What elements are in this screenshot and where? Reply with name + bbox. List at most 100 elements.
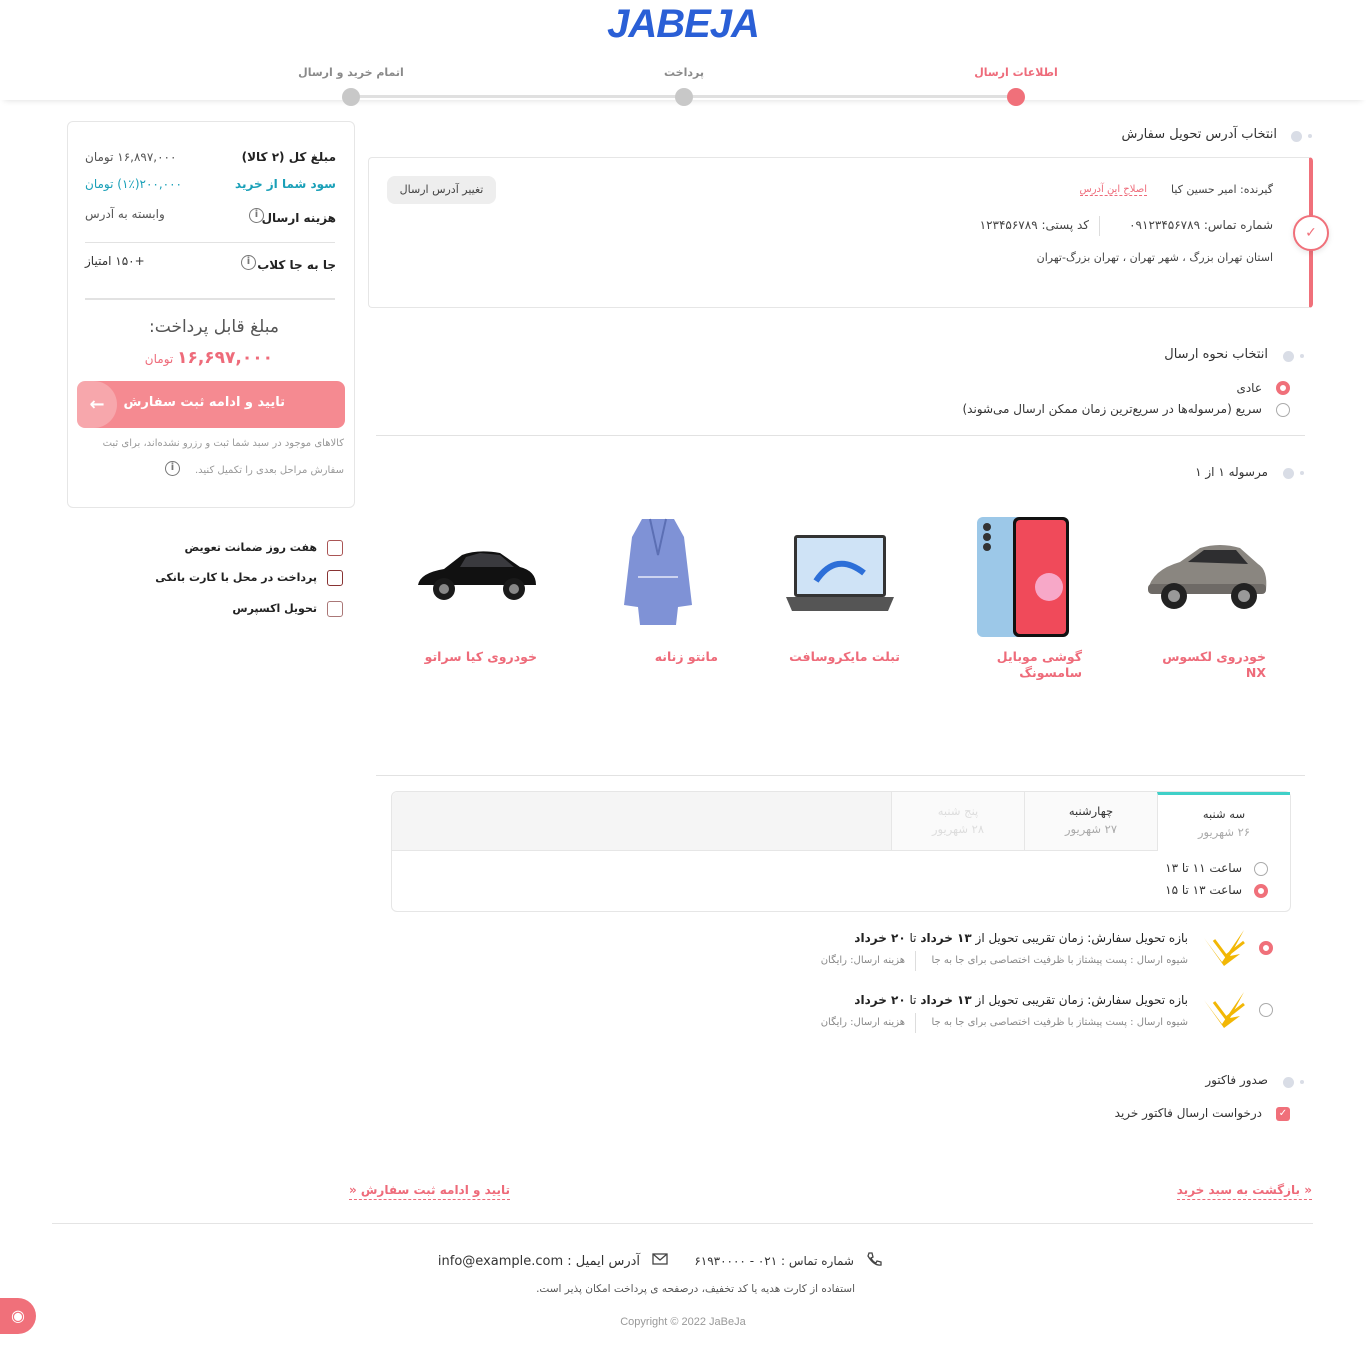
- radio-fast[interactable]: [1276, 403, 1290, 417]
- bullet: [1300, 1080, 1304, 1084]
- club-label: جا به جا کلاب: [257, 258, 336, 272]
- recipient-name: گیرنده: امیر حسین کیا: [1171, 183, 1273, 196]
- bullet: [1308, 134, 1312, 138]
- footer-phone: شماره تماس : ۰۲۱ - ۶۱۹۳۰۰۰۰: [694, 1254, 854, 1268]
- invoice-title: صدور فاکتور: [1205, 1073, 1268, 1087]
- product-image-coat[interactable]: [620, 515, 696, 633]
- profit-label: سود شما از خرید: [235, 177, 336, 191]
- payable-amount-line: ۱۶,۶۹۷,۰۰۰ تومان: [145, 348, 273, 368]
- delivery-2-title: بازه تحویل سفارش: زمان تقریبی تحویل از ۱…: [854, 993, 1188, 1007]
- shipping-cost-value: وابسته به آدرس: [85, 207, 165, 221]
- delivery-1-cost: هزینه ارسال: رایگان: [820, 955, 905, 966]
- divider: [376, 775, 1305, 776]
- bullet: [1291, 131, 1302, 142]
- footer-note: استفاده از کارت هدیه یا کد تخفیف، درصفحه…: [536, 1283, 855, 1295]
- payable-label: مبلغ قابل پرداخت:: [149, 317, 279, 337]
- tab-day-tuesday[interactable]: سه شنبه ۲۶ شهریور: [1157, 792, 1290, 851]
- total-label: مبلغ کل (۲ کالا): [241, 150, 336, 164]
- edit-address-link[interactable]: اصلاح این آدرس: [1079, 184, 1147, 196]
- footer-divider: [52, 1223, 1313, 1224]
- bullet: [1283, 468, 1294, 479]
- step-dot-payment: [675, 88, 693, 106]
- footer-email: آدرس ایمیل : info@example.com: [437, 1254, 640, 1269]
- invoice-checkbox[interactable]: ✓: [1276, 1107, 1290, 1121]
- feature-express: تحویل اکسپرس: [232, 602, 317, 615]
- product-image-kia[interactable]: [414, 545, 540, 607]
- step-shipping-info: اطلاعات ارسال: [974, 66, 1058, 79]
- feature-card-payment: پرداخت در محل با کارت بانکی: [155, 571, 317, 584]
- product-image-lexus[interactable]: [1140, 540, 1270, 612]
- slot-13-15[interactable]: ساعت ۱۳ تا ۱۵: [1165, 883, 1242, 897]
- product-image-samsung[interactable]: [975, 515, 1071, 639]
- product-name-lexus[interactable]: خودروی لکسوس NX: [1156, 649, 1266, 681]
- radio-slot-13-15[interactable]: [1254, 884, 1268, 898]
- divider: [1099, 216, 1100, 236]
- address-card: [368, 157, 1313, 308]
- parcel-title: مرسوله ۱ از ۱: [1195, 465, 1268, 479]
- product-image-surface[interactable]: [784, 533, 896, 615]
- divider: [85, 298, 335, 300]
- arrow-left-icon: ←: [77, 381, 117, 428]
- radio-normal[interactable]: [1276, 381, 1290, 395]
- option-normal[interactable]: عادی: [1236, 381, 1262, 395]
- step-dot-complete: [342, 88, 360, 106]
- profit-value: ۲۰۰,۰۰۰(۱٪) تومان: [85, 177, 183, 191]
- slot-11-13[interactable]: ساعت ۱۱ تا ۱۳: [1165, 861, 1242, 875]
- tab-day-wednesday[interactable]: چهارشنبه ۲۷ شهریور: [1024, 792, 1157, 851]
- check-icon: ✓: [1293, 215, 1329, 251]
- card-pos-icon: [327, 570, 343, 586]
- step-dot-shipping-info: [1007, 88, 1025, 106]
- exchange-icon: [327, 540, 343, 556]
- express-box-icon: [327, 601, 343, 617]
- option-fast[interactable]: سریع (مرسوله‌ها در سریع‌ترین زمان ممکن ا…: [962, 402, 1262, 416]
- change-address-button[interactable]: تغییر آدرس ارسال: [387, 176, 496, 204]
- mail-icon: [652, 1253, 668, 1265]
- divider: [376, 435, 1305, 436]
- delivery-schedule: سه شنبه ۲۶ شهریور چهارشنبه ۲۷ شهریور پنج…: [391, 791, 1291, 912]
- delivery-1-method: شیوه ارسال : پست پیشتاز با ظرفیت اختصاصی…: [931, 955, 1188, 966]
- delivery-1-title: بازه تحویل سفارش: زمان تقریبی تحویل از ۱…: [854, 931, 1188, 945]
- club-points: +۱۵۰ امتیاز: [85, 254, 145, 268]
- shipping-method-title: انتخاب نحوه ارسال: [1164, 347, 1268, 362]
- info-icon: i: [165, 461, 180, 476]
- payable-amount: ۱۶,۶۹۷,۰۰۰: [177, 348, 273, 368]
- product-name-surface[interactable]: تبلت مایکروسافت: [770, 649, 900, 665]
- back-to-cart-link[interactable]: « بازگشت به سبد خرید: [1176, 1183, 1312, 1200]
- radio-delivery-1[interactable]: [1259, 941, 1273, 955]
- full-address: استان تهران بزرگ ، شهر تهران ، تهران بزر…: [1036, 251, 1273, 264]
- tab-filler: [392, 792, 892, 851]
- info-icon[interactable]: i: [249, 208, 264, 223]
- postal-code: کد پستی: ۱۲۳۴۵۶۷۸۹: [979, 218, 1089, 232]
- step-complete: اتمام خرید و ارسال: [298, 66, 404, 79]
- radio-delivery-2[interactable]: [1259, 1003, 1273, 1017]
- product-name-samsung[interactable]: گوشی موبایل سامسونگ: [972, 649, 1082, 681]
- radio-slot-11-13[interactable]: [1254, 862, 1268, 876]
- tab-day-thursday: پنج شنبه ۲۸ شهریور: [891, 792, 1024, 851]
- reserve-note-line1: کالاهای موجود در سبد شما ثبت و رزرو نشده…: [102, 438, 344, 449]
- address-section-title: انتخاب آدرس تحویل سفارش: [1121, 127, 1277, 142]
- delivery-2-method: شیوه ارسال : پست پیشتاز با ظرفیت اختصاصی…: [931, 1017, 1188, 1028]
- confirm-order-button[interactable]: ← تایید و ادامه ثبت سفارش: [77, 381, 345, 428]
- bullet: [1300, 354, 1304, 358]
- copyright: Copyright © 2022 JaBeJa: [620, 1316, 746, 1328]
- bullet: [1283, 1077, 1294, 1088]
- step-payment: پرداخت: [664, 66, 704, 79]
- palette-icon[interactable]: ◉: [0, 1298, 36, 1334]
- site-logo[interactable]: JABEJA: [0, 2, 1366, 47]
- phone-number: شماره تماس: ۰۹۱۲۳۴۵۶۷۸۹: [1129, 218, 1273, 232]
- post-logo-icon: [1204, 992, 1245, 1028]
- payable-currency: تومان: [144, 352, 174, 366]
- divider: [85, 242, 335, 243]
- shipping-cost-label: هزینه ارسال: [261, 211, 336, 225]
- product-name-kia[interactable]: خودروی کیا سراتو: [407, 649, 537, 665]
- bullet: [1300, 471, 1304, 475]
- delivery-2-cost: هزینه ارسال: رایگان: [820, 1017, 905, 1028]
- reserve-note-line2: سفارش مراحل بعدی را تکمیل کنید.: [194, 465, 344, 476]
- continue-order-link[interactable]: تایید و ادامه ثبت سفارش «: [348, 1183, 510, 1200]
- total-value: ۱۶,۸۹۷,۰۰۰ تومان: [85, 150, 177, 164]
- invoice-checkbox-label[interactable]: درخواست ارسال فاکتور خرید: [1115, 1106, 1262, 1120]
- product-name-coat[interactable]: مانتو زنانه: [618, 649, 718, 665]
- divider: [915, 951, 916, 971]
- divider: [915, 1013, 916, 1033]
- info-icon[interactable]: i: [241, 255, 256, 270]
